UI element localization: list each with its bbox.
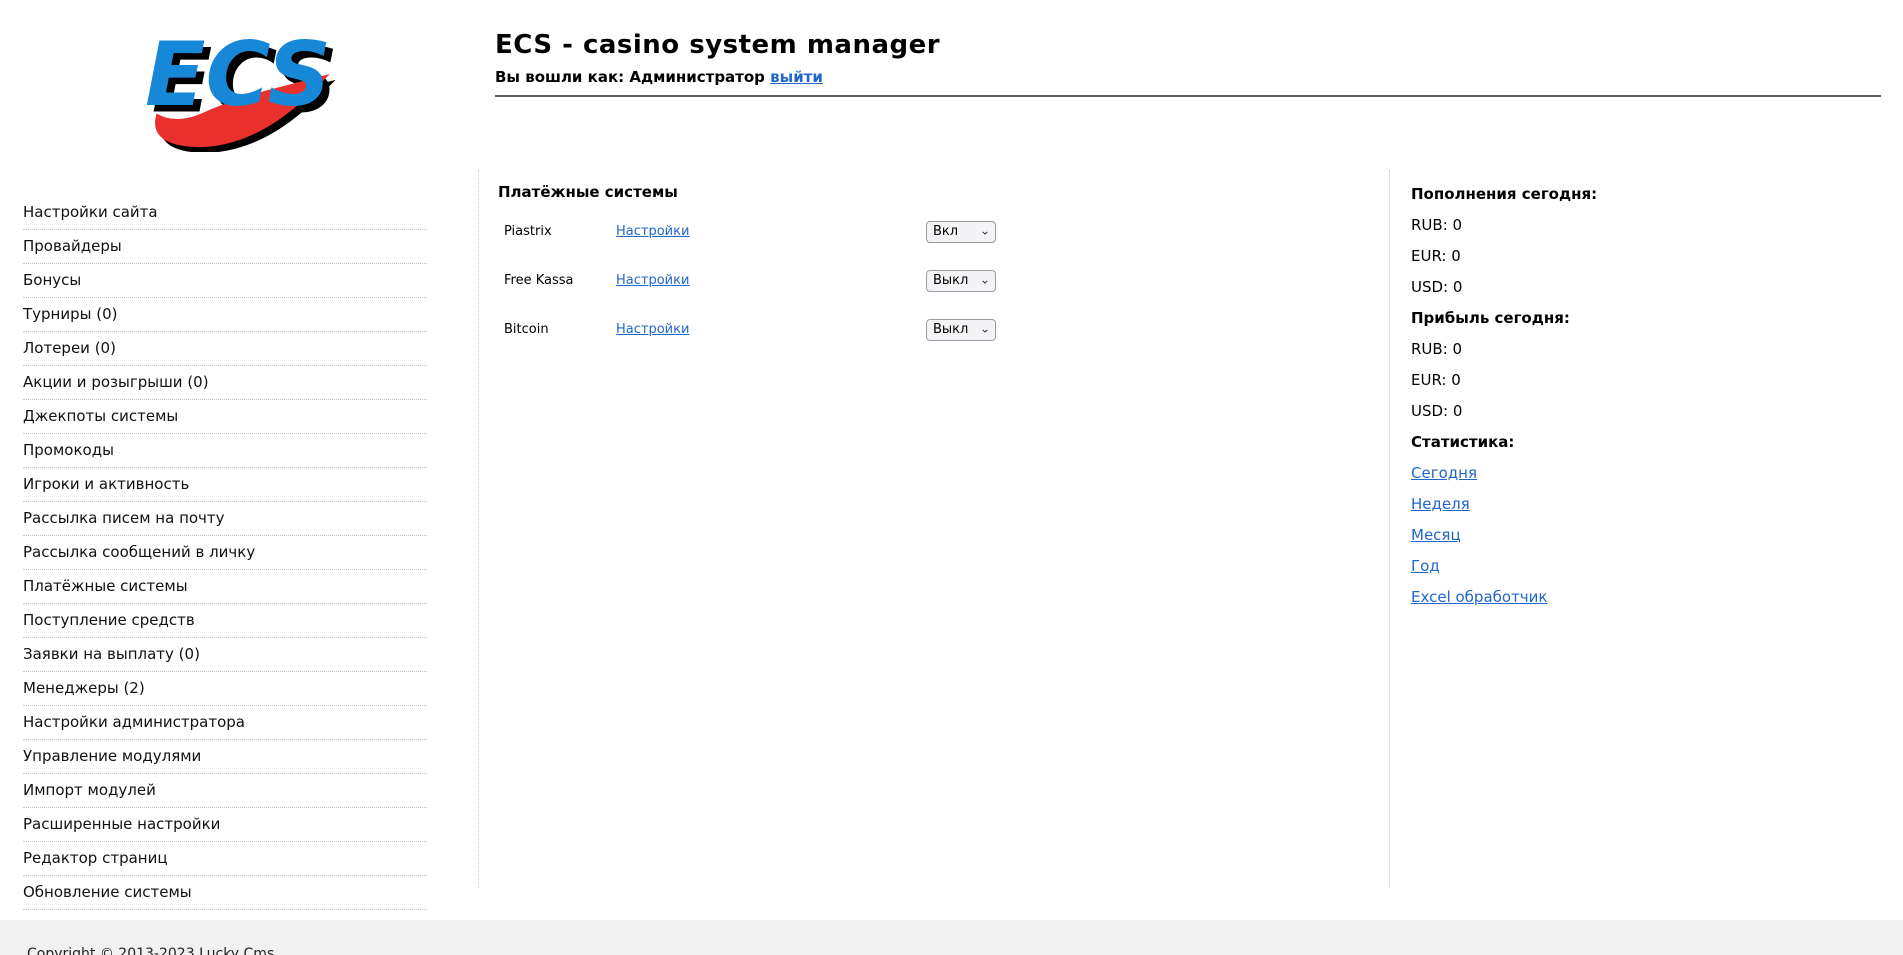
- payment-name: Free Kassa: [504, 273, 574, 288]
- logout-link[interactable]: выйти: [770, 68, 823, 86]
- stats-link-row: Excel обработчик: [1411, 582, 1731, 613]
- stat-label: RUB:: [1411, 340, 1448, 358]
- stats-divider: [1389, 170, 1390, 888]
- payment-name: Piastrix: [504, 224, 552, 239]
- svg-text:ECS: ECS: [145, 23, 331, 126]
- payments-list: Piastrix Настройки Вкл ⌄ Free Kassa Наст…: [498, 220, 1358, 341]
- sidebar-divider: [478, 170, 479, 888]
- payment-settings-link[interactable]: Настройки: [616, 322, 689, 337]
- sidebar-item[interactable]: Джекпоты системы: [23, 400, 427, 434]
- sidebar-item[interactable]: Редактор страниц: [23, 842, 427, 876]
- stats-link-row: Месяц: [1411, 520, 1731, 551]
- sidebar-item[interactable]: Турниры (0): [23, 298, 427, 332]
- sidebar-item[interactable]: Заявки на выплату (0): [23, 638, 427, 672]
- sidebar-item[interactable]: Платёжные системы: [23, 570, 427, 604]
- sidebar-item[interactable]: Настройки администратора: [23, 706, 427, 740]
- stat-row: EUR: 0: [1411, 241, 1731, 272]
- stat-row: USD: 0: [1411, 396, 1731, 427]
- stat-label: EUR:: [1411, 371, 1447, 389]
- sidebar-item[interactable]: Бонусы: [23, 264, 427, 298]
- footer: Copyright © 2013-2023 Lucky Cms: [0, 920, 1903, 955]
- profit-heading: Прибыль сегодня:: [1411, 309, 1570, 327]
- payment-row: Bitcoin Настройки Выкл ⌄: [498, 318, 1358, 341]
- payments-heading: Платёжные системы: [498, 183, 678, 201]
- sidebar-item[interactable]: Расширенные настройки: [23, 808, 427, 842]
- stats-link-row: Год: [1411, 551, 1731, 582]
- payment-state-select[interactable]: Выкл: [926, 269, 996, 292]
- sidebar-item[interactable]: Настройки сайта: [23, 196, 427, 230]
- stats-link[interactable]: Год: [1411, 557, 1440, 575]
- stat-value: 0: [1452, 216, 1463, 234]
- sidebar-item[interactable]: Управление модулями: [23, 740, 427, 774]
- payment-state-select[interactable]: Вкл: [926, 220, 996, 243]
- sidebar-item[interactable]: Игроки и активность: [23, 468, 427, 502]
- header: ECS - casino system manager Вы вошли как…: [495, 30, 1881, 97]
- stat-row: USD: 0: [1411, 272, 1731, 303]
- ecs-logo-image: ECS ECS: [145, 23, 338, 153]
- payment-settings-link[interactable]: Настройки: [616, 273, 689, 288]
- stats-link[interactable]: Месяц: [1411, 526, 1461, 544]
- deposits-heading: Пополнения сегодня:: [1411, 185, 1598, 203]
- sidebar-menu-list: Настройки сайта Провайдеры Бонусы Турнир…: [23, 196, 427, 910]
- stats-link-row: Сегодня: [1411, 458, 1731, 489]
- stat-row: EUR: 0: [1411, 365, 1731, 396]
- payment-name: Bitcoin: [504, 322, 549, 337]
- sidebar-menu: Настройки сайта Провайдеры Бонусы Турнир…: [23, 196, 427, 910]
- header-rule: [495, 95, 1881, 97]
- sidebar-item[interactable]: Обновление системы: [23, 876, 427, 910]
- stats-links: Сегодня Неделя Месяц Год Excel обработчи…: [1411, 458, 1731, 613]
- stat-label: USD:: [1411, 402, 1449, 420]
- payment-state-select-wrap: Вкл ⌄: [926, 220, 996, 243]
- stat-value: 0: [1451, 247, 1461, 265]
- payment-settings-link[interactable]: Настройки: [616, 224, 689, 239]
- stats-link-row: Неделя: [1411, 489, 1731, 520]
- stat-value: 0: [1452, 340, 1463, 358]
- stats-link[interactable]: Excel обработчик: [1411, 588, 1547, 606]
- page-title: ECS - casino system manager: [495, 30, 941, 60]
- ecs-logo[interactable]: ECS ECS: [140, 22, 338, 153]
- copyright-text: Copyright © 2013-2023 Lucky Cms: [27, 946, 275, 955]
- payment-state-select-wrap: Выкл ⌄: [926, 318, 996, 341]
- sidebar-item[interactable]: Лотереи (0): [23, 332, 427, 366]
- stat-value: 0: [1451, 371, 1461, 389]
- stats-heading: Статистика:: [1411, 433, 1515, 451]
- login-status: Вы вошли как: Администратор выйти: [495, 68, 1881, 86]
- payment-state-select[interactable]: Выкл: [926, 318, 996, 341]
- sidebar-item[interactable]: Промокоды: [23, 434, 427, 468]
- stat-value: 0: [1452, 278, 1463, 296]
- payment-row: Piastrix Настройки Вкл ⌄: [498, 220, 1358, 243]
- stats-link[interactable]: Неделя: [1411, 495, 1470, 513]
- sidebar-item[interactable]: Рассылка писем на почту: [23, 502, 427, 536]
- sidebar-item[interactable]: Провайдеры: [23, 230, 427, 264]
- stat-label: RUB:: [1411, 216, 1448, 234]
- stat-row: RUB: 0: [1411, 210, 1731, 241]
- stat-value: 0: [1452, 402, 1463, 420]
- sidebar-item[interactable]: Менеджеры (2): [23, 672, 427, 706]
- payment-link-cell: Настройки: [616, 273, 926, 288]
- deposits-list: RUB: 0 EUR: 0 USD: 0: [1411, 210, 1731, 303]
- sidebar-item[interactable]: Рассылка сообщений в личку: [23, 536, 427, 570]
- payment-link-cell: Настройки: [616, 224, 926, 239]
- payments-section: Платёжные системы Piastrix Настройки Вкл…: [498, 183, 1358, 368]
- stats-link[interactable]: Сегодня: [1411, 464, 1477, 482]
- payment-link-cell: Настройки: [616, 322, 926, 337]
- stat-row: RUB: 0: [1411, 334, 1731, 365]
- sidebar-item[interactable]: Акции и розыгрыши (0): [23, 366, 427, 400]
- sidebar-item[interactable]: Поступление средств: [23, 604, 427, 638]
- login-status-label: Вы вошли как: Администратор: [495, 68, 765, 86]
- stat-label: USD:: [1411, 278, 1449, 296]
- payment-state-select-wrap: Выкл ⌄: [926, 269, 996, 292]
- payment-row: Free Kassa Настройки Выкл ⌄: [498, 269, 1358, 292]
- profit-list: RUB: 0 EUR: 0 USD: 0: [1411, 334, 1731, 427]
- sidebar-item[interactable]: Импорт модулей: [23, 774, 427, 808]
- stats-panel: Пополнения сегодня: RUB: 0 EUR: 0 USD: 0…: [1411, 179, 1731, 613]
- stat-label: EUR:: [1411, 247, 1447, 265]
